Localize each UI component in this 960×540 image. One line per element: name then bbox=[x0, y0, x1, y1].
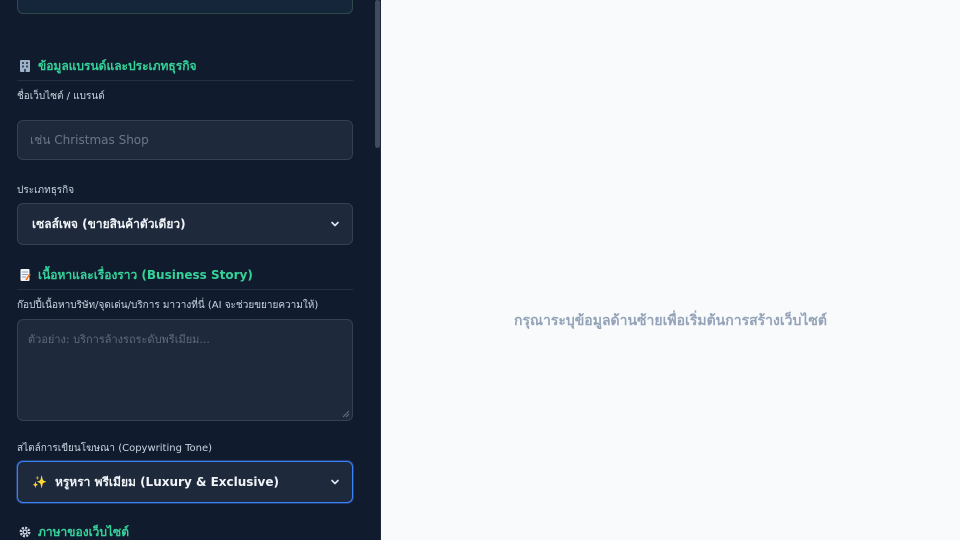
tone-label: สไตล์การเขียนโฆษณา (Copywriting Tone) bbox=[17, 443, 213, 454]
section-title-story: เนื้อหาและเรื่องราว (Business Story) bbox=[18, 265, 253, 285]
business-type-select[interactable]: เซลส์เพจ (ขายสินค้าตัวเดียว) bbox=[17, 203, 353, 245]
resize-handle-icon[interactable] bbox=[342, 410, 350, 418]
site-name-placeholder: เช่น Christmas Shop bbox=[30, 132, 149, 147]
panel-divider bbox=[380, 0, 381, 540]
chevron-down-icon bbox=[331, 479, 339, 485]
building-icon bbox=[18, 59, 32, 73]
section-title-language: ภาษาของเว็บไซต์ bbox=[18, 522, 129, 540]
sparkles-icon: ✨ bbox=[32, 475, 47, 489]
chevron-down-icon bbox=[331, 221, 339, 227]
memo-icon bbox=[18, 268, 32, 282]
section-title-brand: ข้อมูลแบรนด์และประเภทธุรกิจ bbox=[18, 56, 197, 76]
previous-field[interactable] bbox=[17, 0, 353, 14]
tone-value: หรูหรา พรีเมียม (Luxury & Exclusive) bbox=[54, 474, 279, 489]
site-name-label: ชื่อเว็บไซต์ / แบรนด์ bbox=[17, 91, 105, 102]
story-textarea[interactable]: ตัวอย่าง: บริการล้างรถระดับพรีเมียม... bbox=[17, 319, 353, 421]
story-placeholder: ตัวอย่าง: บริการล้างรถระดับพรีเมียม... bbox=[28, 333, 210, 346]
section-title-text: ภาษาของเว็บไซต์ bbox=[38, 524, 129, 539]
sidebar: ข้อมูลแบรนด์และประเภทธุรกิจ ชื่อเว็บไซต์… bbox=[0, 0, 380, 540]
section-title-text: เนื้อหาและเรื่องราว (Business Story) bbox=[38, 267, 253, 282]
tone-select[interactable]: ✨ หรูหรา พรีเมียม (Luxury & Exclusive) bbox=[17, 461, 353, 503]
section-divider bbox=[17, 289, 353, 290]
empty-state-message: กรุณาระบุข้อมูลด้านซ้ายเพื่อเริ่มต้นการส… bbox=[513, 313, 828, 329]
site-name-input[interactable]: เช่น Christmas Shop bbox=[17, 120, 353, 160]
gear-icon bbox=[18, 525, 32, 539]
business-type-label: ประเภทธุรกิจ bbox=[17, 185, 75, 196]
section-title-text: ข้อมูลแบรนด์และประเภทธุรกิจ bbox=[38, 58, 197, 73]
business-type-value: เซลส์เพจ (ขายสินค้าตัวเดียว) bbox=[32, 216, 186, 231]
story-label: ก๊อปปี้เนื้อหาบริษัท/จุดเด่น/บริการ มาวา… bbox=[17, 300, 319, 311]
section-divider bbox=[17, 80, 353, 81]
